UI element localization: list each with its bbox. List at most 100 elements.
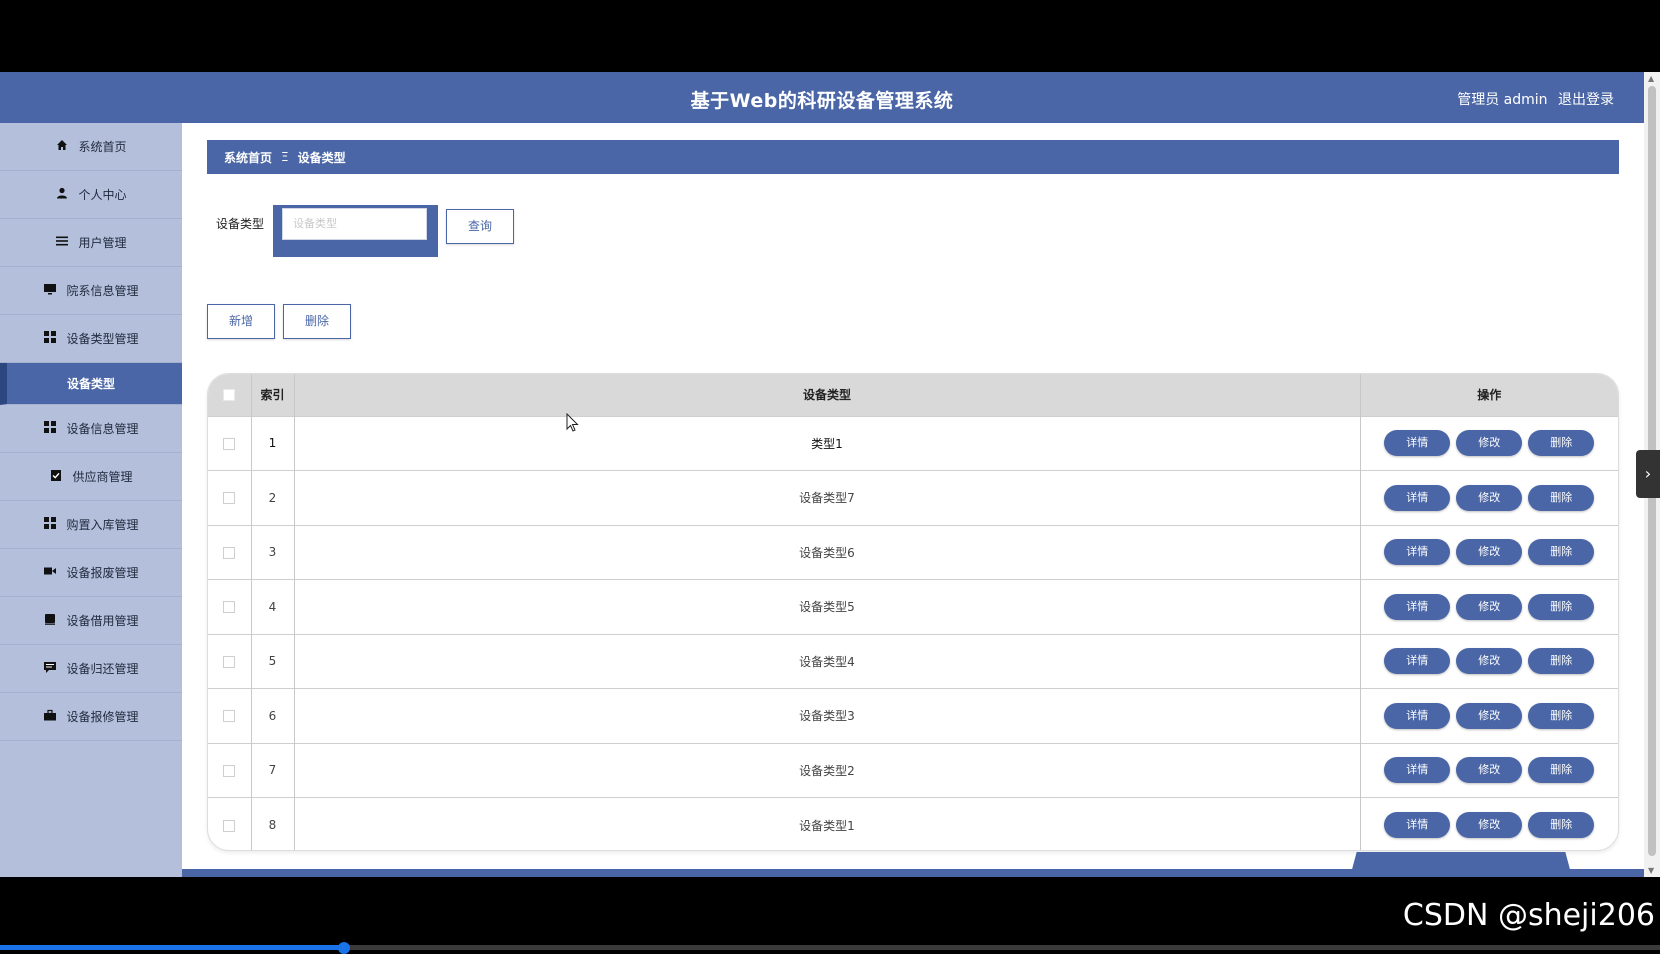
delete-button[interactable]: 删除 [1528, 430, 1595, 457]
detail-button[interactable]: 详情 [1384, 812, 1451, 838]
row-device-type: 设备类型6 [294, 525, 1361, 580]
sidebar-item-label: 用户管理 [78, 236, 127, 250]
detail-button[interactable]: 详情 [1384, 484, 1451, 511]
delete-button[interactable]: 删除 [1528, 593, 1595, 620]
edit-button[interactable]: 修改 [1456, 484, 1523, 511]
breadcrumb-separator: Ξ [281, 150, 289, 164]
scroll-down-icon[interactable]: ▼ [1648, 866, 1654, 875]
column-header-ops: 操作 [1477, 388, 1502, 403]
delete-button[interactable]: 删除 [1528, 812, 1595, 838]
select-all-checkbox[interactable] [223, 389, 236, 402]
row-check-cell [208, 416, 252, 471]
delete-button[interactable]: 删除 [1528, 702, 1595, 729]
detail-button[interactable]: 详情 [1384, 702, 1451, 729]
sidebar-item-label: 设备信息管理 [66, 422, 139, 436]
table-header-row: 索引 设备类型 操作 [208, 374, 1618, 416]
table-row: 5 设备类型4 详情 修改 删除 [208, 634, 1618, 689]
sidebar-subitem-device-type[interactable]: 设备类型 [0, 363, 182, 405]
scroll-up-icon[interactable]: ▲ [1648, 74, 1654, 83]
row-checkbox[interactable] [223, 546, 236, 559]
search-box [273, 205, 438, 257]
list-icon [55, 235, 69, 250]
detail-button[interactable]: 详情 [1384, 648, 1451, 675]
query-button[interactable]: 查询 [446, 209, 514, 244]
app-window: 基于Web的科研设备管理系统 管理员 admin 退出登录 系统首页 个人中心 [0, 72, 1660, 877]
video-progress-knob[interactable] [337, 942, 350, 954]
table-row: 7 设备类型2 详情 修改 删除 [208, 743, 1618, 798]
sidebar-item-users[interactable]: 用户管理 [0, 219, 182, 267]
detail-button[interactable]: 详情 [1384, 430, 1451, 457]
sidebar-item-label: 设备报修管理 [66, 710, 139, 724]
add-button[interactable]: 新增 [207, 304, 275, 339]
edit-button[interactable]: 修改 [1456, 430, 1523, 457]
sidebar-item-device-info[interactable]: 设备信息管理 [0, 405, 182, 453]
side-panel-toggle[interactable]: › [1636, 450, 1660, 498]
select-all-cell [208, 374, 252, 416]
row-index: 1 [251, 416, 295, 471]
row-checkbox[interactable] [223, 764, 236, 777]
row-checkbox[interactable] [223, 655, 236, 668]
sidebar-item-repair[interactable]: 设备报修管理 [0, 693, 182, 741]
edit-button[interactable]: 修改 [1456, 593, 1523, 620]
edit-button[interactable]: 修改 [1456, 757, 1523, 784]
sidebar-item-label: 设备归还管理 [66, 662, 139, 676]
row-checkbox[interactable] [223, 819, 236, 832]
sidebar-item-label: 院系信息管理 [66, 284, 139, 298]
row-check-cell [208, 470, 252, 525]
sidebar-item-departments[interactable]: 院系信息管理 [0, 267, 182, 315]
clipboard-check-icon [49, 469, 63, 484]
logout-link[interactable]: 退出登录 [1558, 92, 1614, 108]
delete-button[interactable]: 删除 [1528, 757, 1595, 784]
sidebar-item-profile[interactable]: 个人中心 [0, 171, 182, 219]
main-content: 系统首页 Ξ 设备类型 设备类型 查询 新增 删除 索引 设备类型 [182, 123, 1644, 877]
edit-button[interactable]: 修改 [1456, 539, 1523, 566]
device-type-search-input[interactable] [282, 208, 427, 240]
sidebar-item-borrow[interactable]: 设备借用管理 [0, 597, 182, 645]
sidebar-item-label: 系统首页 [78, 140, 127, 154]
sidebar-item-suppliers[interactable]: 供应商管理 [0, 453, 182, 501]
video-progress-bar[interactable] [0, 942, 1660, 954]
sidebar-item-return[interactable]: 设备归还管理 [0, 645, 182, 693]
row-checkbox[interactable] [223, 492, 236, 505]
row-actions: 详情 修改 删除 [1360, 798, 1618, 851]
detail-button[interactable]: 详情 [1384, 593, 1451, 620]
sidebar-item-home[interactable]: 系统首页 [0, 123, 182, 171]
row-check-cell [208, 579, 252, 634]
row-index: 4 [251, 579, 295, 634]
breadcrumb-home[interactable]: 系统首页 [224, 149, 272, 166]
edit-button[interactable]: 修改 [1456, 812, 1523, 838]
row-index: 5 [251, 634, 295, 689]
row-checkbox[interactable] [223, 437, 236, 450]
sidebar-item-scrap[interactable]: 设备报废管理 [0, 549, 182, 597]
video-icon [43, 565, 57, 580]
box-icon [43, 613, 57, 628]
detail-button[interactable]: 详情 [1384, 757, 1451, 784]
sidebar-item-label: 设备类型管理 [66, 332, 139, 346]
chevron-right-icon: › [1644, 464, 1652, 483]
sidebar: 系统首页 个人中心 用户管理 院系信息管理 设备类型管理 设备类型 设备信息管理… [0, 123, 182, 877]
mouse-cursor-icon [566, 413, 579, 432]
user-icon [55, 187, 69, 202]
comment-icon [43, 661, 57, 676]
delete-button[interactable]: 删除 [1528, 484, 1595, 511]
sidebar-item-purchase[interactable]: 购置入库管理 [0, 501, 182, 549]
batch-delete-button[interactable]: 删除 [283, 304, 351, 339]
briefcase-icon [43, 709, 57, 724]
edit-button[interactable]: 修改 [1456, 648, 1523, 675]
row-device-type: 类型1 [294, 416, 1361, 471]
sidebar-item-device-type-mgmt[interactable]: 设备类型管理 [0, 315, 182, 363]
sidebar-item-label: 设备报废管理 [66, 566, 139, 580]
row-device-type: 设备类型5 [294, 579, 1361, 634]
row-index: 8 [251, 797, 295, 850]
row-device-type: 设备类型7 [294, 470, 1361, 525]
row-checkbox[interactable] [223, 601, 236, 614]
column-header-index: 索引 [251, 374, 295, 416]
row-checkbox[interactable] [223, 710, 236, 723]
row-device-type: 设备类型2 [294, 743, 1361, 798]
row-check-cell [208, 743, 252, 798]
detail-button[interactable]: 详情 [1384, 539, 1451, 566]
delete-button[interactable]: 删除 [1528, 648, 1595, 675]
delete-button[interactable]: 删除 [1528, 539, 1595, 566]
edit-button[interactable]: 修改 [1456, 702, 1523, 729]
home-icon [55, 139, 69, 154]
